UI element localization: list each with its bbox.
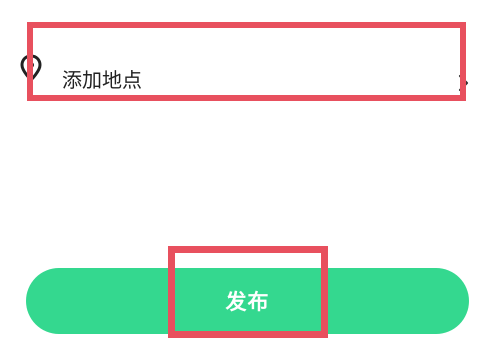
chevron-right-icon (456, 74, 470, 92)
add-location-row[interactable]: 添加地点 (0, 20, 495, 110)
location-pin-icon (20, 54, 42, 83)
publish-button[interactable]: 发布 (26, 268, 469, 334)
publish-button-label: 发布 (225, 290, 270, 314)
post-options-page: 添加地点 发布 (0, 0, 495, 358)
add-location-label: 添加地点 (62, 68, 142, 92)
